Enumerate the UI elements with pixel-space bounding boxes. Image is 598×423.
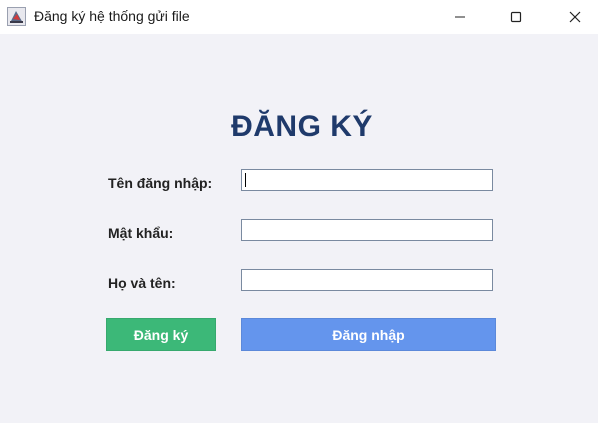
title-bar[interactable]: Đăng ký hệ thống gửi file [0, 0, 598, 34]
page-title: ĐĂNG KÝ [231, 110, 373, 143]
minimize-button[interactable] [437, 0, 483, 34]
password-label: Mật khẩu: [108, 225, 174, 241]
username-label: Tên đăng nhập: [108, 175, 213, 191]
close-icon [569, 11, 581, 23]
window-title: Đăng ký hệ thống gửi file [34, 8, 190, 24]
text-caret [245, 173, 246, 187]
register-button[interactable]: Đăng ký [106, 318, 216, 351]
maximize-icon [510, 11, 522, 23]
java-app-icon [7, 7, 26, 26]
fullname-label: Họ và tên: [108, 275, 176, 291]
maximize-button[interactable] [493, 0, 539, 34]
app-window: Đăng ký hệ thống gửi file ĐĂNG KÝ Tên đă… [0, 0, 598, 423]
login-button[interactable]: Đăng nhập [241, 318, 496, 351]
minimize-icon [455, 16, 465, 18]
close-button[interactable] [552, 0, 598, 34]
password-input[interactable] [241, 219, 493, 241]
fullname-input[interactable] [241, 269, 493, 291]
form-panel: ĐĂNG KÝ Tên đăng nhập: Mật khẩu: Họ và t… [0, 34, 598, 423]
username-input[interactable] [241, 169, 493, 191]
